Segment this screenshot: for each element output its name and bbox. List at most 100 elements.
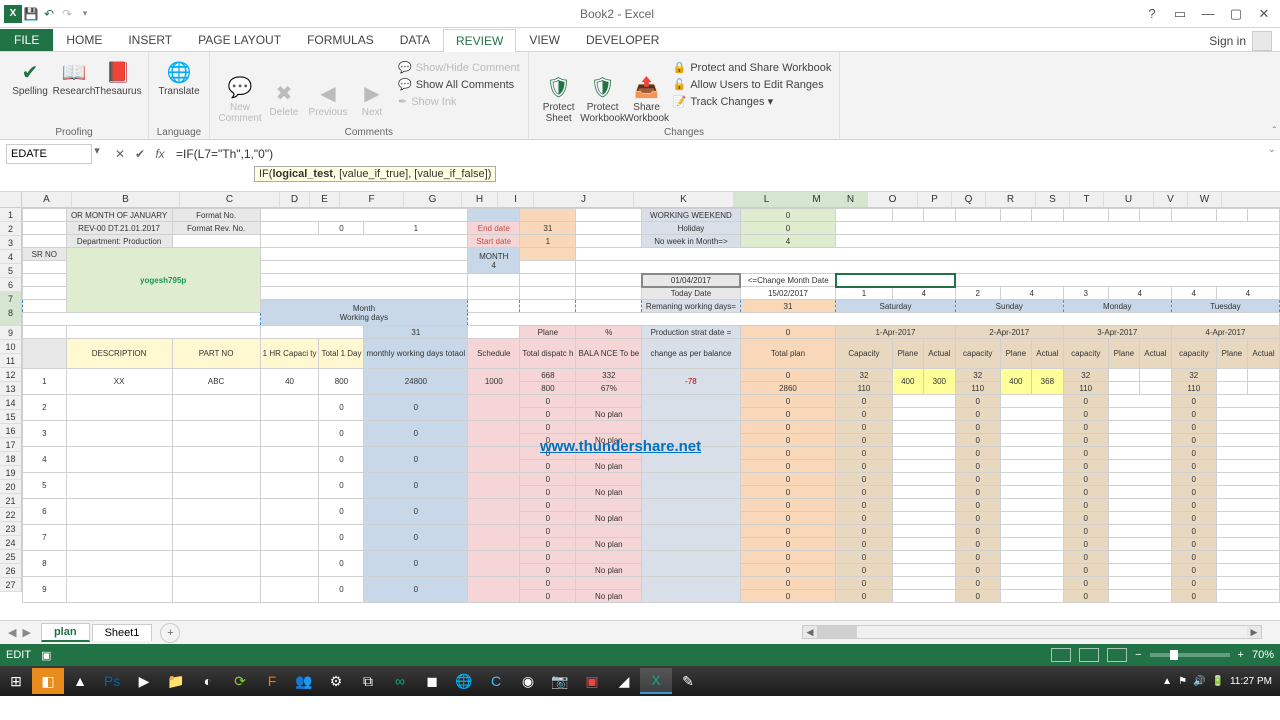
taskbar-excel[interactable]: X [640, 668, 672, 694]
allow-edit-ranges-button[interactable]: 🔓 Allow Users to Edit Ranges [673, 77, 832, 92]
macro-record-icon[interactable]: ▣ [41, 649, 51, 662]
taskbar-app-1[interactable]: ◧ [32, 668, 64, 694]
taskbar-app-6[interactable]: ◐ [192, 668, 224, 694]
taskbar-app-18[interactable]: ▣ [576, 668, 608, 694]
tray-up-icon[interactable]: ▲ [1162, 676, 1172, 687]
taskbar-app-19[interactable]: ◢ [608, 668, 640, 694]
sign-in-link[interactable]: Sign in [1209, 34, 1246, 48]
ribbon-tabs: FILE HOME INSERT PAGE LAYOUT FORMULAS DA… [0, 28, 1280, 52]
user-avatar[interactable] [1252, 31, 1272, 51]
tab-view[interactable]: VIEW [516, 28, 573, 51]
taskbar: ⊞ ◧ ▲ Ps ▶ 📁 ◐ ⟳ F 👥 ⚙ ⧉ ∞ ◼ 🌐 C ◉ 📷 ▣ ◢… [0, 666, 1280, 696]
undo-icon[interactable]: ↶ [40, 5, 58, 23]
save-icon[interactable]: 💾 [22, 5, 40, 23]
taskbar-app-20[interactable]: ✎ [672, 668, 704, 694]
group-comments: 💬New Comment ✖Delete ◀Previous ▶Next 💬 S… [210, 52, 529, 139]
page-layout-view-icon[interactable] [1079, 648, 1099, 662]
taskbar-app-10[interactable]: ⚙ [320, 668, 352, 694]
tray-clock[interactable]: 11:27 PM [1230, 676, 1272, 687]
tab-review[interactable]: REVIEW [443, 29, 516, 52]
tray-volume-icon[interactable]: 🔊 [1193, 676, 1205, 687]
qat-dropdown-icon[interactable]: ▾ [76, 5, 94, 23]
taskbar-app-5[interactable]: 📁 [160, 668, 192, 694]
tab-file[interactable]: FILE [0, 29, 53, 51]
sheet-nav-next-icon[interactable]: ▶ [22, 626, 30, 639]
scroll-left-icon[interactable]: ◀ [803, 626, 817, 638]
tab-page-layout[interactable]: PAGE LAYOUT [185, 28, 294, 51]
zoom-level[interactable]: 70% [1252, 649, 1274, 661]
group-proofing: ✔Spelling 📖Research 📕Thesaurus Proofing [0, 52, 149, 139]
worksheet-area: ABCDEFGHIJKLMNOPQRSTUVW 1234567891011121… [0, 192, 1280, 620]
taskbar-app-15[interactable]: C [480, 668, 512, 694]
name-box[interactable]: EDATE [6, 144, 92, 164]
formula-bar: EDATE ▾ ✕ ✔ fx ⌄ IF(logical_test, [value… [0, 140, 1280, 192]
scrollbar-thumb[interactable] [817, 626, 857, 638]
protect-share-workbook-button[interactable]: 🔒 Protect and Share Workbook [673, 60, 832, 75]
tab-insert[interactable]: INSERT [115, 28, 185, 51]
sheet-tab-sheet1[interactable]: Sheet1 [92, 624, 153, 641]
ribbon-display-icon[interactable]: ▭ [1168, 4, 1192, 24]
show-ink-button[interactable]: ✒ Show Ink [398, 94, 520, 109]
collapse-ribbon-icon[interactable]: ˆ [1273, 126, 1276, 137]
worksheet-cells[interactable]: OR MONTH OF JANUARYFormat No.WORKING WEE… [22, 208, 1280, 620]
insert-function-icon[interactable]: fx [150, 144, 170, 164]
thesaurus-button[interactable]: 📕Thesaurus [96, 54, 140, 97]
scroll-right-icon[interactable]: ▶ [1247, 626, 1261, 638]
name-box-dropdown-icon[interactable]: ▾ [92, 144, 102, 157]
show-hide-comment-button[interactable]: 💬 Show/Hide Comment [398, 60, 520, 75]
select-all-corner[interactable] [0, 192, 22, 208]
zoom-in-icon[interactable]: + [1238, 649, 1244, 661]
taskbar-app-16[interactable]: ◉ [512, 668, 544, 694]
taskbar-app-3[interactable]: Ps [96, 668, 128, 694]
minimize-icon[interactable]: — [1196, 4, 1220, 24]
row-headers[interactable]: 1234567891011121314151617181920212223242… [0, 208, 22, 592]
formula-input[interactable] [170, 144, 1280, 164]
maximize-icon[interactable]: ▢ [1224, 4, 1248, 24]
taskbar-app-13[interactable]: ◼ [416, 668, 448, 694]
add-sheet-button[interactable]: + [160, 623, 180, 643]
taskbar-app-2[interactable]: ▲ [64, 668, 96, 694]
sheet-nav-prev-icon[interactable]: ◀ [8, 626, 16, 639]
enter-formula-icon[interactable]: ✔ [130, 144, 150, 164]
taskbar-app-7[interactable]: ⟳ [224, 668, 256, 694]
help-icon[interactable]: ? [1140, 4, 1164, 24]
quick-access-toolbar: X 💾 ↶ ↷ ▾ [0, 5, 94, 23]
horizontal-scrollbar[interactable]: ◀ ▶ [802, 625, 1262, 639]
close-icon[interactable]: ✕ [1252, 4, 1276, 24]
tray-battery-icon[interactable]: 🔋 [1211, 676, 1223, 687]
window-controls: ? ▭ — ▢ ✕ [1140, 4, 1280, 24]
sheet-tab-bar: ◀ ▶ plan Sheet1 + ◀ ▶ [0, 620, 1280, 644]
start-button[interactable]: ⊞ [0, 668, 32, 694]
cancel-formula-icon[interactable]: ✕ [110, 144, 130, 164]
tray-network-icon[interactable]: ⚑ [1178, 676, 1187, 687]
taskbar-app-9[interactable]: 👥 [288, 668, 320, 694]
show-all-comments-button[interactable]: 💬 Show All Comments [398, 77, 520, 92]
zoom-out-icon[interactable]: − [1135, 649, 1141, 661]
spelling-button[interactable]: ✔Spelling [8, 54, 52, 97]
tab-developer[interactable]: DEVELOPER [573, 28, 672, 51]
status-bar: EDIT ▣ − + 70% [0, 644, 1280, 666]
tab-formulas[interactable]: FORMULAS [294, 28, 387, 51]
title-bar: X 💾 ↶ ↷ ▾ Book2 - Excel ? ▭ — ▢ ✕ [0, 0, 1280, 28]
tab-data[interactable]: DATA [387, 28, 443, 51]
tab-home[interactable]: HOME [53, 28, 115, 51]
taskbar-app-17[interactable]: 📷 [544, 668, 576, 694]
taskbar-app-14[interactable]: 🌐 [448, 668, 480, 694]
ribbon: ✔Spelling 📖Research 📕Thesaurus Proofing … [0, 52, 1280, 140]
expand-formula-bar-icon[interactable]: ⌄ [1268, 144, 1276, 155]
track-changes-button[interactable]: 📝 Track Changes ▾ [673, 94, 832, 109]
research-button[interactable]: 📖Research [52, 54, 96, 97]
system-tray[interactable]: ▲ ⚑ 🔊 🔋 11:27 PM [1162, 676, 1280, 687]
column-headers[interactable]: ABCDEFGHIJKLMNOPQRSTUVW [22, 192, 1280, 208]
sheet-tab-plan[interactable]: plan [41, 623, 90, 642]
translate-button[interactable]: 🌐Translate [157, 54, 201, 97]
zoom-slider[interactable] [1150, 653, 1230, 657]
redo-icon[interactable]: ↷ [58, 5, 76, 23]
taskbar-app-12[interactable]: ∞ [384, 668, 416, 694]
window-title: Book2 - Excel [94, 7, 1140, 21]
taskbar-app-4[interactable]: ▶ [128, 668, 160, 694]
page-break-view-icon[interactable] [1107, 648, 1127, 662]
taskbar-app-11[interactable]: ⧉ [352, 668, 384, 694]
normal-view-icon[interactable] [1051, 648, 1071, 662]
taskbar-app-8[interactable]: F [256, 668, 288, 694]
